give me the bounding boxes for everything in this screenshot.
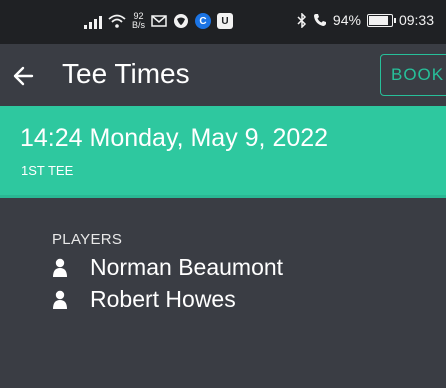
mail-icon: [151, 15, 167, 27]
browser-icon: C: [195, 13, 212, 29]
player-name: Robert Howes: [90, 286, 236, 312]
u-app-icon: U: [217, 13, 234, 29]
signal-icon: [84, 13, 102, 29]
player-name: Norman Beaumont: [90, 254, 284, 280]
person-icon: [53, 258, 67, 277]
status-left-icons: 92 B/s C U: [84, 12, 234, 30]
bluetooth-icon: [297, 12, 306, 28]
tee-time-datetime: 14:24 Monday, May 9, 2022: [20, 124, 329, 152]
net-speed: 92 B/s: [132, 12, 145, 30]
net-speed-unit: B/s: [132, 20, 146, 30]
battery-percent: 94%: [332, 12, 361, 28]
wifi-icon: [108, 14, 126, 28]
arrow-left-icon[interactable]: [8, 61, 38, 91]
battery-fill: [368, 15, 388, 25]
players-heading: PLAYERS: [52, 231, 123, 248]
tee-time-banner: 14:24 Monday, May 9, 2022 1ST TEE: [0, 106, 446, 198]
tee-label: 1ST TEE: [21, 163, 74, 178]
book-button[interactable]: BOOK: [380, 54, 446, 96]
player-row: Robert Howes: [52, 286, 236, 313]
status-bar: 92 B/s C U 94% 09:33: [0, 0, 446, 44]
app-bar: Tee Times BOOK: [0, 44, 446, 106]
battery-icon: [366, 13, 396, 27]
person-icon: [53, 290, 67, 309]
page-title: Tee Times: [62, 58, 190, 89]
status-time: 09:33: [398, 12, 434, 28]
player-row: Norman Beaumont: [52, 254, 283, 281]
call-icon: [313, 14, 326, 26]
status-right: 94% 09:33: [297, 12, 434, 28]
vpn-icon: [174, 14, 189, 28]
banner-divider: [0, 195, 446, 198]
